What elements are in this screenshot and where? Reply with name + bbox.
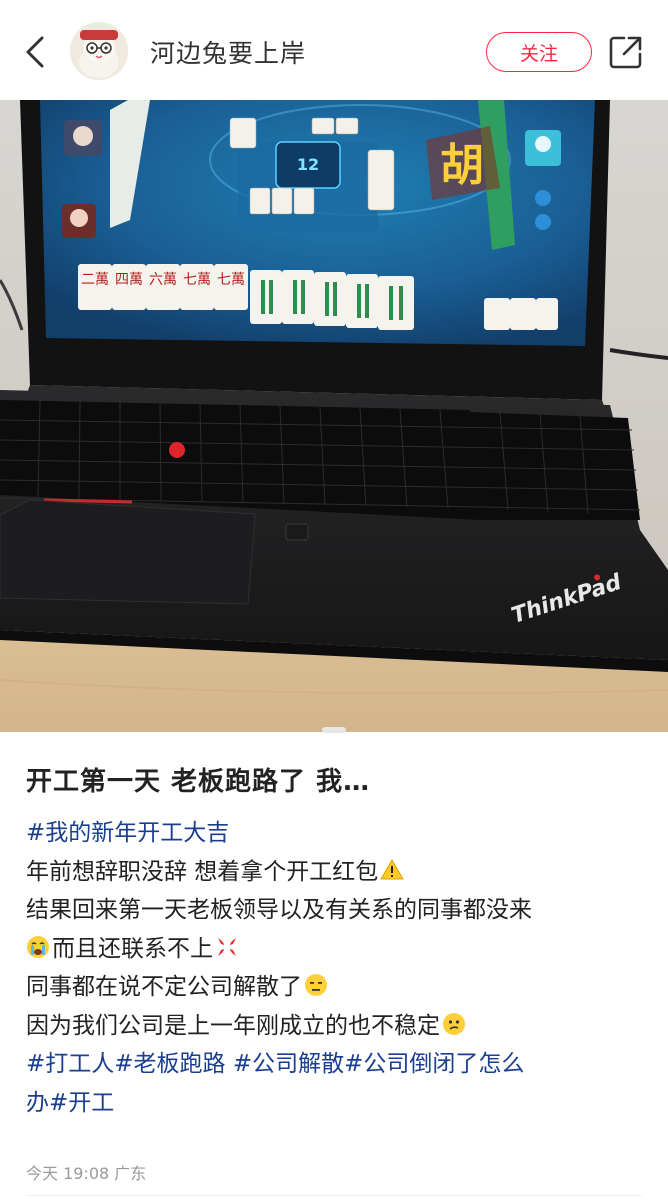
post-line: 结果回来第一天老板领导以及有关系的同事都没来 xyxy=(26,891,642,930)
post-content: 开工第一天 老板跑路了 我… #我的新年开工大吉 年前想辞职没辞 想着拿个开工红… xyxy=(26,760,642,1122)
share-icon[interactable] xyxy=(608,34,644,70)
post-line: 年前想辞职没辞 想着拿个开工红包 xyxy=(26,853,642,892)
tile-label: 七萬 xyxy=(217,272,245,288)
expressionless-face-icon xyxy=(305,974,327,996)
post-text: 年前想辞职没辞 想着拿个开工红包 xyxy=(26,858,379,885)
follow-button[interactable]: 关注 xyxy=(486,32,592,72)
divider xyxy=(26,1195,642,1196)
tile-label: 七萬 xyxy=(183,272,211,288)
post-title: 开工第一天 老板跑路了 我… xyxy=(26,767,371,797)
hashtag-link[interactable]: 办#开工 xyxy=(26,1084,642,1123)
post-text: 结果回来第一天老板领导以及有关系的同事都没来 xyxy=(26,897,532,923)
tile-label: 六萬 xyxy=(149,272,177,288)
post-meta: 今天 19:08 广东 xyxy=(26,1164,147,1183)
post-text: 同事都在说不定公司解散了 xyxy=(26,974,302,1000)
tile-label: 四萬 xyxy=(115,272,143,288)
top-bar: 河边兔要上岸 关注 xyxy=(0,0,668,100)
anger-icon xyxy=(218,937,236,956)
post-text: 因为我们公司是上一年刚成立的也不稳定 xyxy=(26,1012,440,1039)
hashtag-link[interactable]: #我的新年开工大吉 xyxy=(26,814,642,853)
hashtag-link[interactable]: #打工人#老板跑路 #公司解散#公司倒闭了怎么 xyxy=(26,1045,642,1084)
page-indicator xyxy=(322,727,346,733)
author-name[interactable]: 河边兔要上岸 xyxy=(150,34,306,70)
post-text: 而且还联系不上 xyxy=(52,935,213,962)
tile-label: 二萬 xyxy=(81,272,109,288)
post-photo[interactable]: 12 胡 二萬 四萬 六萬 七萬 七萬 ThinkPad xyxy=(0,100,668,732)
warning-icon xyxy=(380,858,405,879)
post-line: 因为我们公司是上一年刚成立的也不稳定 xyxy=(26,1007,642,1046)
confused-face-icon xyxy=(443,1012,465,1035)
post-line: 同事都在说不定公司解散了 xyxy=(26,968,642,1007)
avatar[interactable] xyxy=(70,22,128,80)
post-line: 而且还联系不上 xyxy=(26,930,642,969)
win-tile: 胡 xyxy=(440,140,484,191)
back-arrow-icon[interactable] xyxy=(18,32,54,72)
crying-face-icon xyxy=(27,935,49,958)
turn-counter: 12 xyxy=(297,155,319,174)
